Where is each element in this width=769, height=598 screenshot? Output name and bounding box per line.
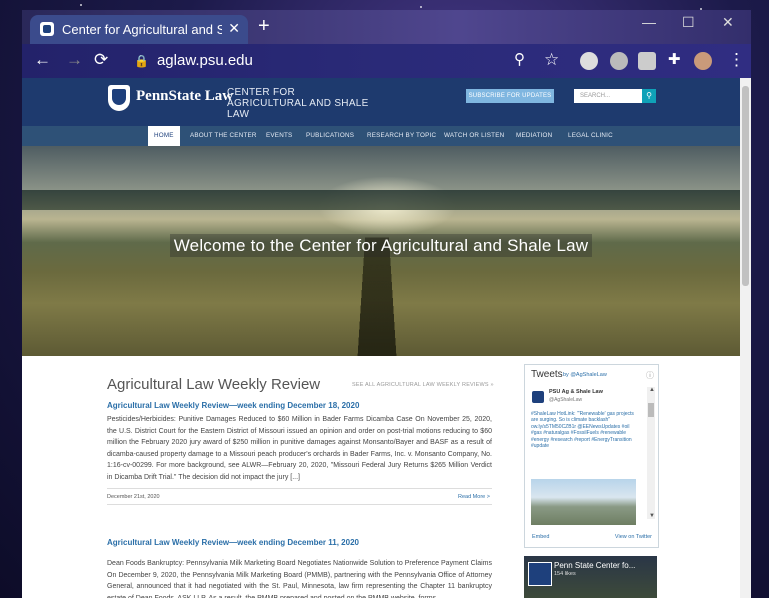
close-window-icon[interactable]: ✕	[722, 14, 734, 31]
browser-tab[interactable]: Center for Agricultural and Shale ✕	[30, 15, 248, 44]
twitter-widget: Tweets by @AgShaleLaw ⓘ PSU Ag & Shale L…	[524, 364, 659, 548]
post-divider	[107, 504, 492, 505]
read-more-link[interactable]: Read More >	[458, 494, 490, 500]
tweets-by-link[interactable]: by @AgShaleLaw	[563, 372, 607, 378]
post-body: Pesticides/Herbicides: Punitive Damages …	[107, 416, 492, 481]
penn-state-favicon-icon	[40, 22, 54, 36]
tab-title: Center for Agricultural and Shale	[62, 22, 222, 37]
tab-strip: Center for Agricultural and Shale ✕ + — …	[22, 10, 751, 44]
see-all-link[interactable]: SEE ALL AGRICULTURAL LAW WEEKLY REVIEWS …	[352, 382, 494, 388]
tweets-title: Tweets	[531, 369, 563, 380]
browser-toolbar: ← → ⟳ 🔒 aglaw.psu.edu ⚲ ☆ ✚ ⋮	[22, 44, 751, 78]
tweet-author[interactable]: PSU Ag & Shale Law	[549, 389, 603, 395]
nav-mediation[interactable]: MEDIATION	[516, 126, 552, 146]
nav-legal-clinic[interactable]: LEGAL CLINIC	[568, 126, 613, 146]
tweet-handle[interactable]: @AgShaleLaw	[549, 397, 582, 403]
embed-link[interactable]: Embed	[532, 534, 549, 540]
reload-icon[interactable]: ⟳	[94, 50, 108, 70]
post-title[interactable]: Agricultural Law Weekly Review—week endi…	[107, 538, 359, 547]
minimize-icon[interactable]: —	[642, 14, 656, 30]
menu-kebab-icon[interactable]: ⋮	[728, 50, 745, 70]
nav-watch[interactable]: WATCH OR LISTEN	[444, 126, 504, 146]
nav-publications[interactable]: PUBLICATIONS	[306, 126, 354, 146]
web-page: PennState Law CENTER FOR AGRICULTURAL AN…	[22, 78, 740, 598]
nav-research[interactable]: RESEARCH BY TOPIC	[367, 126, 436, 146]
scroll-down-icon[interactable]: ▼	[649, 513, 655, 519]
address-bar[interactable]: 🔒 aglaw.psu.edu	[134, 49, 524, 73]
hero-treeline	[22, 190, 740, 210]
nav-events[interactable]: EVENTS	[266, 126, 292, 146]
facebook-page-name[interactable]: Penn State Center fo...	[554, 561, 654, 570]
post-date: December 21st, 2020	[107, 494, 160, 500]
post-title[interactable]: Agricultural Law Weekly Review—week endi…	[107, 401, 359, 410]
tweet-scrollbar[interactable]	[647, 387, 655, 519]
tweet-text: #ShaleLaw HotLink: "'Renewable' gas proj…	[531, 411, 634, 450]
profile-avatar[interactable]	[694, 52, 712, 70]
twitter-avatar[interactable]	[532, 391, 544, 403]
center-name[interactable]: CENTER FOR AGRICULTURAL AND SHALE LAW	[227, 87, 377, 120]
tweet-scroll-thumb[interactable]	[648, 403, 654, 417]
url-text: aglaw.psu.edu	[156, 52, 253, 69]
facebook-page-avatar[interactable]	[528, 562, 552, 586]
nav-about[interactable]: ABOUT THE CENTER	[190, 126, 257, 146]
extension-square-icon[interactable]	[638, 52, 656, 70]
back-icon[interactable]: ←	[34, 50, 51, 70]
subscribe-button[interactable]: SUBSCRIBE FOR UPDATES	[466, 89, 554, 103]
new-tab-button[interactable]: +	[258, 16, 270, 36]
penn-state-shield-icon[interactable]	[108, 85, 130, 111]
maximize-icon[interactable]: ☐	[682, 14, 695, 31]
bookmark-star-icon[interactable]: ☆	[544, 50, 559, 70]
close-tab-icon[interactable]: ✕	[228, 20, 240, 37]
hero-title: Welcome to the Center for Agricultural a…	[22, 234, 740, 257]
page-scrollbar[interactable]	[740, 78, 751, 598]
hero-banner: Welcome to the Center for Agricultural a…	[22, 146, 740, 356]
forward-icon[interactable]: →	[66, 50, 83, 70]
extension-s-icon[interactable]	[580, 52, 598, 70]
lock-icon: 🔒	[134, 54, 149, 68]
page-scroll-thumb[interactable]	[742, 86, 749, 286]
site-search-input[interactable]: SEARCH...	[574, 89, 642, 103]
site-header: PennState Law CENTER FOR AGRICULTURAL AN…	[22, 78, 740, 126]
view-on-twitter-link[interactable]: View on Twitter	[615, 534, 652, 540]
post-divider	[107, 488, 492, 489]
tweet-image[interactable]	[531, 479, 636, 525]
main-nav: HOME ABOUT THE CENTER EVENTS PUBLICATION…	[22, 126, 740, 146]
extension-circle-icon[interactable]	[610, 52, 628, 70]
search-icon[interactable]: ⚲	[642, 89, 656, 103]
main-content: Agricultural Law Weekly Review SEE ALL A…	[22, 356, 740, 598]
scroll-up-icon[interactable]: ▲	[649, 387, 655, 393]
browser-window: Center for Agricultural and Shale ✕ + — …	[22, 10, 751, 598]
info-icon[interactable]: ⓘ	[646, 370, 654, 381]
post-body: Dean Foods Bankruptcy: Pennsylvania Milk…	[107, 560, 492, 598]
brand-name[interactable]: PennState Law	[136, 88, 233, 105]
facebook-likes: 154 likes	[554, 571, 576, 577]
nav-home[interactable]: HOME	[148, 126, 180, 146]
section-title: Agricultural Law Weekly Review	[107, 376, 321, 393]
extensions-puzzle-icon[interactable]: ✚	[668, 50, 681, 70]
facebook-widget[interactable]: Penn State Center fo... 154 likes	[524, 556, 657, 598]
zoom-search-icon[interactable]: ⚲	[514, 50, 525, 70]
